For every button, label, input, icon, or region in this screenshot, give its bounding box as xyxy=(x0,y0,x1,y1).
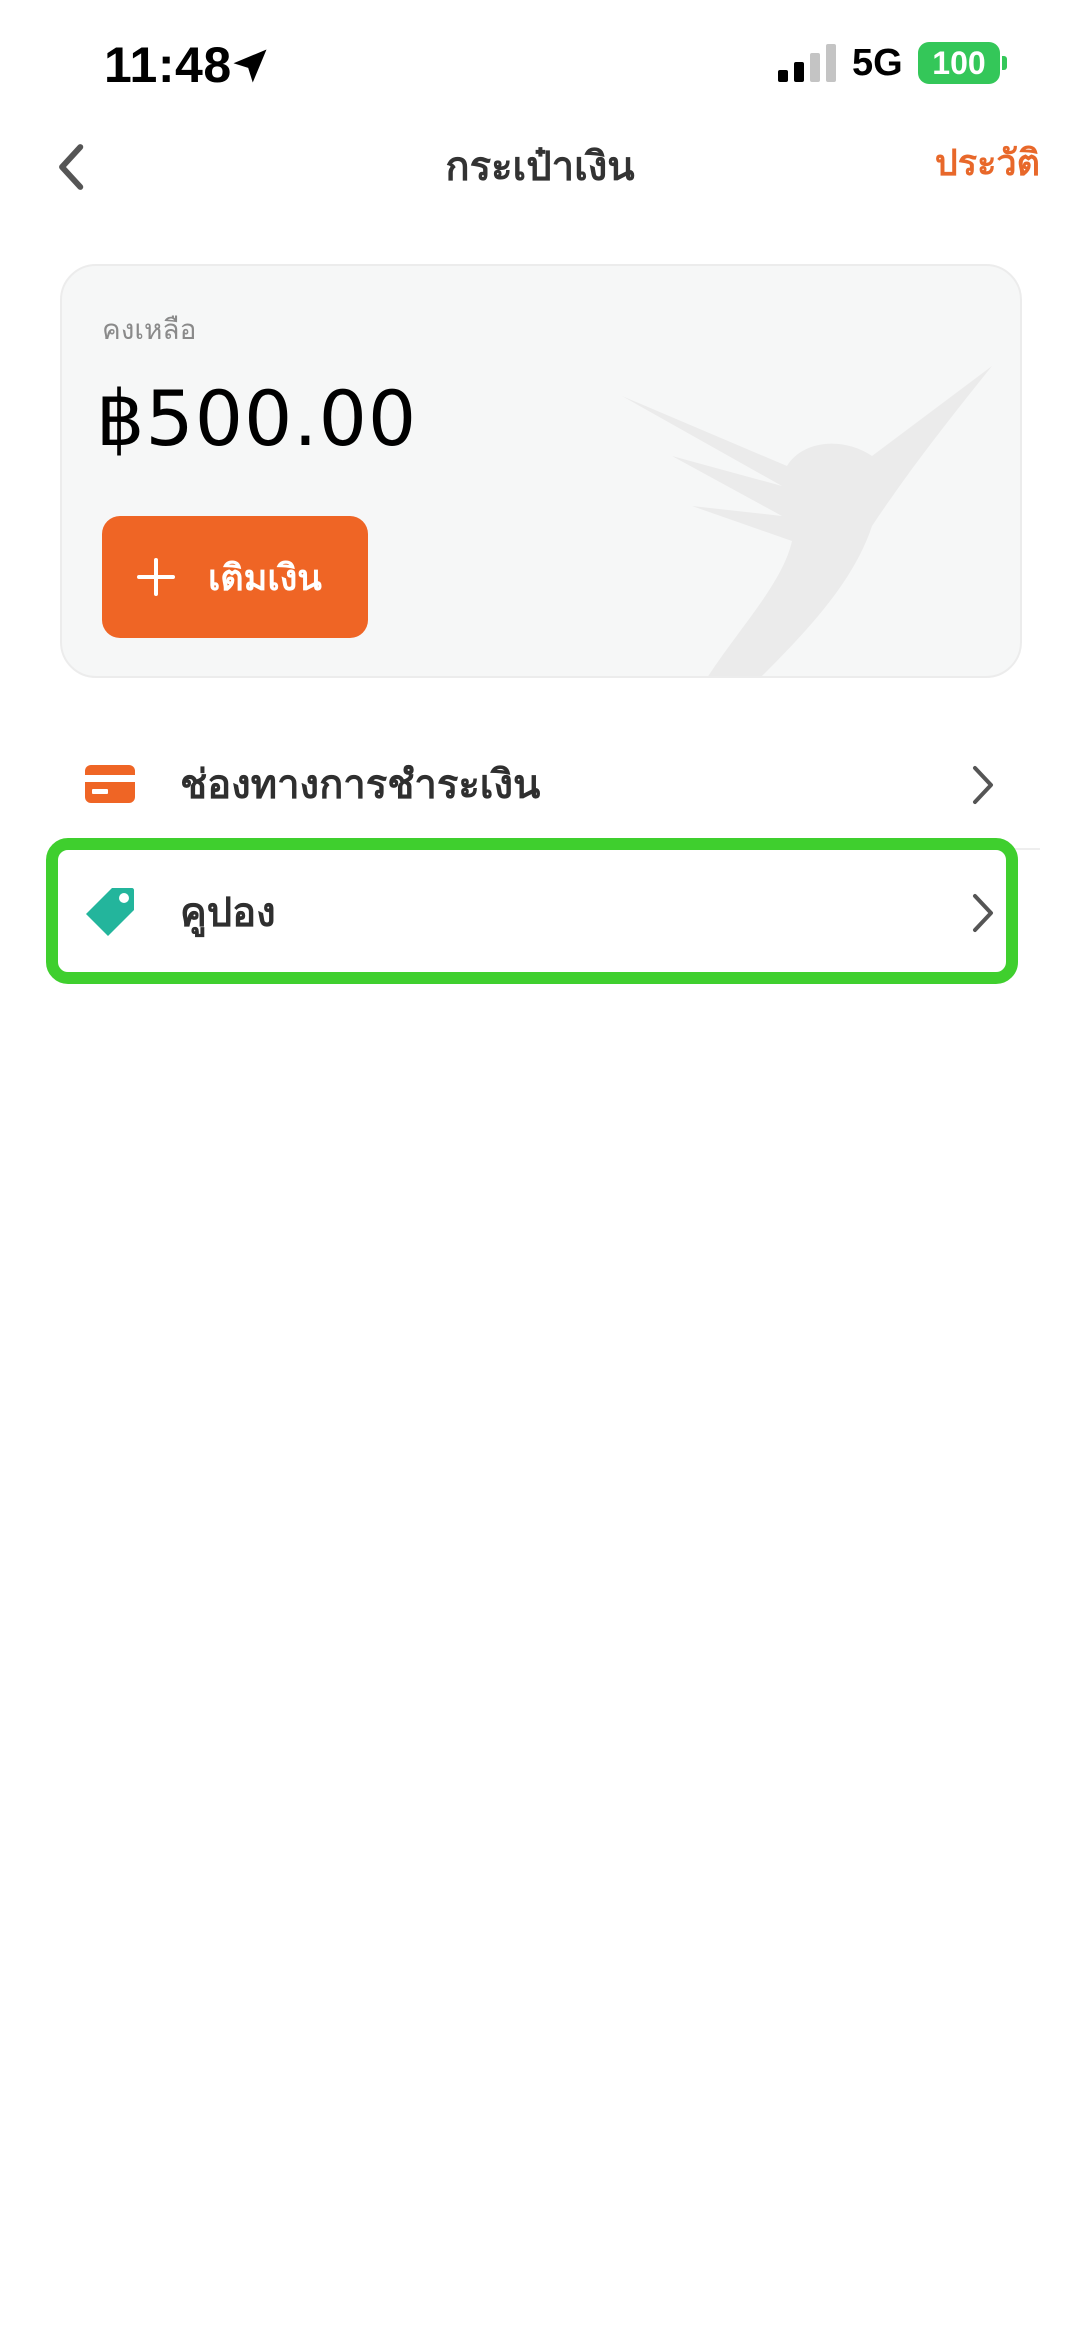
status-time: 11:48 xyxy=(104,37,232,93)
highlight-box xyxy=(46,838,1018,984)
plus-icon xyxy=(137,558,175,596)
chevron-right-icon xyxy=(973,766,993,804)
location-arrow-icon xyxy=(233,49,267,83)
signal-icon xyxy=(778,44,836,82)
status-bar: 11:48 5G 100 xyxy=(0,0,1080,130)
balance-card: คงเหลือ ฿500.00 เติมเงิน xyxy=(60,264,1022,678)
bird-logo-watermark xyxy=(622,366,992,676)
page-title: กระเป๋าเงิน xyxy=(445,144,635,190)
balance-label: คงเหลือ xyxy=(102,313,197,346)
topup-button[interactable]: เติมเงิน xyxy=(102,516,368,638)
history-link[interactable]: ประวัติ xyxy=(935,134,1040,191)
menu-item-payment-methods[interactable]: ช่องทางการชำระเงิน xyxy=(60,720,1040,848)
menu-item-label: ช่องทางการชำระเงิน xyxy=(180,762,541,808)
network-label: 5G xyxy=(852,42,903,84)
balance-amount: ฿500.00 xyxy=(96,374,418,463)
topup-label: เติมเงิน xyxy=(208,556,322,598)
battery-indicator: 100 xyxy=(918,42,1000,84)
credit-card-icon xyxy=(85,765,135,803)
battery-cap xyxy=(1002,56,1007,70)
